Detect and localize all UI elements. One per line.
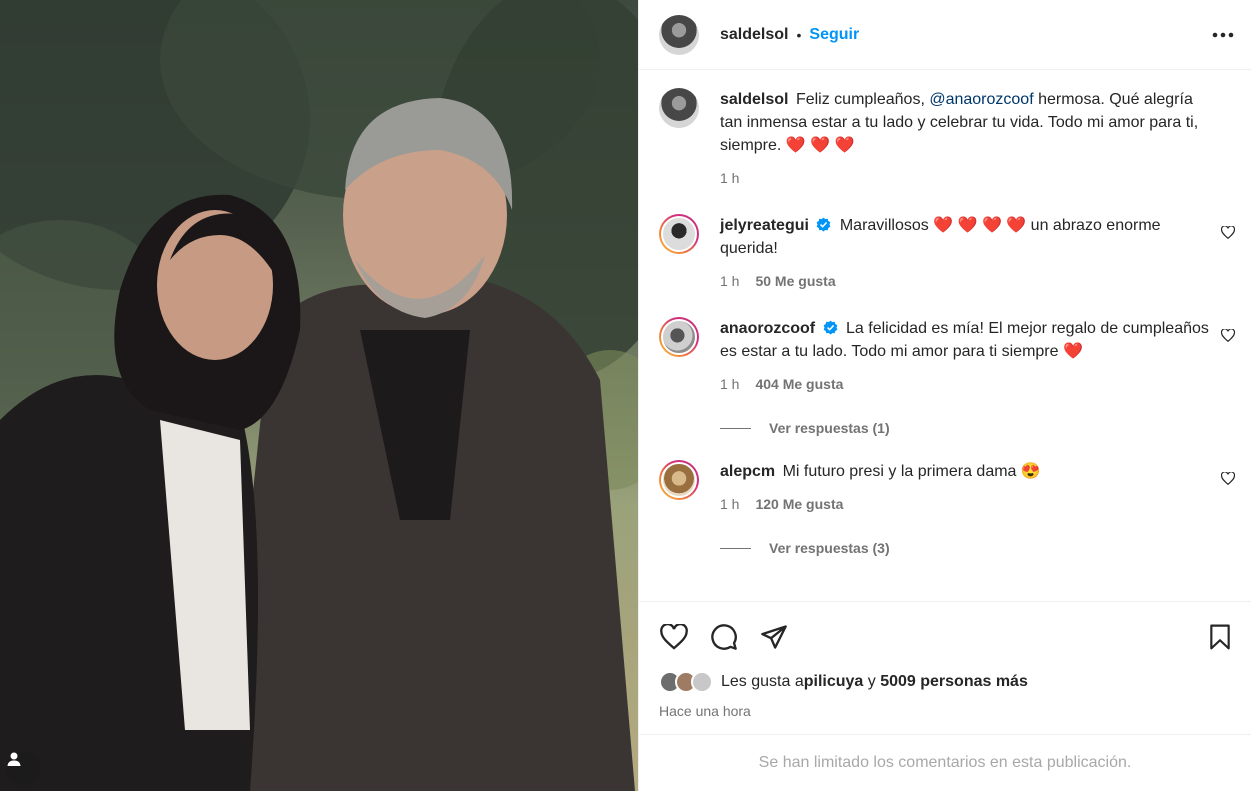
caption-text: Feliz cumpleaños,	[795, 91, 930, 108]
view-replies-button[interactable]: Ver respuestas (3)	[720, 540, 1235, 556]
comment-item: alepcm Mi futuro presi y la primera dama…	[659, 460, 1236, 516]
comments-limited-notice: Se han limitado los comentarios en esta …	[639, 734, 1251, 791]
likes-conjunction: y	[863, 673, 881, 690]
caption-username[interactable]: saldelsol	[720, 91, 788, 108]
comment-likes-count[interactable]: 120 Me gusta	[755, 493, 843, 516]
author-avatar[interactable]	[659, 14, 699, 55]
tagged-users-button[interactable]	[6, 751, 40, 785]
comment-username[interactable]: jelyreategui	[720, 217, 809, 234]
comment-like-heart-icon[interactable]	[1220, 328, 1236, 346]
likes-user-link[interactable]: pilicuya	[804, 673, 864, 691]
comments-list[interactable]: saldelsol Feliz cumpleaños, @anaorozcoof…	[639, 70, 1251, 601]
save-bookmark-icon[interactable]	[1205, 622, 1235, 652]
comment-item: anaorozcoof La felicidad es mía! El mejo…	[659, 317, 1236, 396]
verified-badge-icon	[817, 217, 831, 232]
post-photo	[0, 0, 638, 791]
follow-button[interactable]: Seguir	[809, 26, 859, 44]
replies-divider	[720, 427, 751, 429]
post-header: saldelsol • Seguir	[639, 0, 1251, 70]
comment-time[interactable]: 1 h	[720, 270, 739, 293]
separator-dot: •	[796, 26, 802, 43]
comment-text: Mi futuro presi y la primera dama	[782, 463, 1021, 480]
comment-bubble-icon[interactable]	[709, 622, 739, 652]
likes-prefix: Les gusta a	[721, 673, 804, 690]
post-caption: saldelsol Feliz cumpleaños, @anaorozcoof…	[659, 88, 1235, 190]
caption-mention-link[interactable]: @anaorozcoof	[929, 91, 1033, 108]
comment-emoji: 😍	[1020, 463, 1041, 480]
comment-like-heart-icon[interactable]	[1220, 225, 1236, 243]
caption-time[interactable]: 1 h	[720, 167, 739, 190]
comment-text: Maravillosos	[839, 217, 934, 234]
post-side-panel: saldelsol • Seguir saldelsol Feliz cumpl…	[638, 0, 1251, 791]
like-heart-icon[interactable]	[659, 622, 689, 652]
comment-likes-count[interactable]: 50 Me gusta	[755, 270, 835, 293]
author-username[interactable]: saldelsol	[720, 26, 788, 44]
instagram-post-modal: saldelsol • Seguir saldelsol Feliz cumpl…	[0, 0, 1251, 791]
post-timestamp[interactable]: Hace una hora	[639, 693, 1251, 734]
post-actions-bar	[639, 601, 1251, 671]
comment-hearts-emoji: ❤️ ❤️ ❤️ ❤️	[933, 217, 1027, 234]
comment-likes-count[interactable]: 404 Me gusta	[755, 373, 843, 396]
more-options-icon[interactable]	[1211, 23, 1235, 47]
user-icon	[7, 752, 21, 766]
comment-time[interactable]: 1 h	[720, 493, 739, 516]
view-replies-label[interactable]: Ver respuestas (1)	[769, 420, 890, 436]
commenter-avatar[interactable]	[659, 214, 699, 254]
likes-others-link[interactable]: 5009 personas más	[880, 673, 1028, 691]
comment-like-heart-icon[interactable]	[1220, 471, 1236, 489]
commenter-avatar[interactable]	[659, 460, 699, 500]
caption-hearts-emoji: ❤️ ❤️ ❤️	[785, 137, 855, 154]
verified-badge-icon	[823, 320, 837, 335]
comment-item: jelyreategui Maravillosos ❤️ ❤️ ❤️ ❤️ un…	[659, 214, 1236, 293]
commenter-avatar[interactable]	[659, 317, 699, 357]
view-replies-label[interactable]: Ver respuestas (3)	[769, 540, 890, 556]
replies-divider	[720, 547, 751, 549]
comment-time[interactable]: 1 h	[720, 373, 739, 396]
share-paper-plane-icon[interactable]	[759, 622, 789, 652]
photo-illustration	[0, 0, 638, 791]
comment-username[interactable]: anaorozcoof	[720, 320, 815, 337]
liker-avatars	[659, 671, 713, 693]
comment-hearts-emoji: ❤️	[1062, 343, 1083, 360]
author-avatar[interactable]	[659, 88, 699, 128]
comment-username[interactable]: alepcm	[720, 463, 775, 480]
view-replies-button[interactable]: Ver respuestas (1)	[720, 420, 1235, 436]
likes-summary[interactable]: Les gusta a pilicuya y 5009 personas más	[639, 671, 1251, 693]
